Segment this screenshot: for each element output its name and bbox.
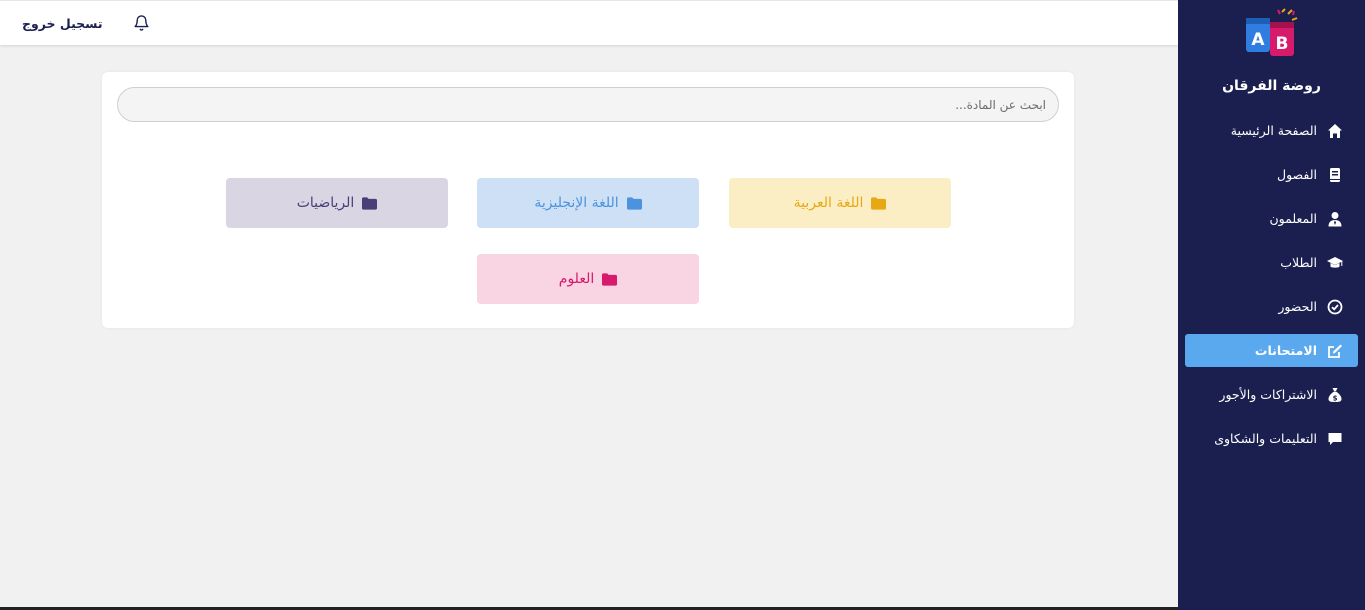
sidebar-item-label: التعليمات والشكاوى <box>1214 431 1317 446</box>
sidebar: A B روضة الفرقان الصفحة الرئيسية الفصول … <box>1178 0 1365 610</box>
top-bar: تسجيل خروج <box>0 0 1178 45</box>
sidebar-item-label: المعلمون <box>1269 211 1317 226</box>
bell-icon[interactable] <box>133 14 150 32</box>
comment-icon <box>1328 432 1342 445</box>
subject-label: اللغة الإنجليزية <box>534 195 619 211</box>
subject-label: الرياضيات <box>296 195 355 211</box>
app-logo[interactable]: A B <box>1242 8 1300 62</box>
graduation-cap-icon <box>1327 256 1343 268</box>
subject-search-input[interactable] <box>117 87 1059 122</box>
sidebar-item-label: الطلاب <box>1280 255 1317 270</box>
sidebar-item-label: الحضور <box>1278 299 1317 314</box>
brand-name: روضة الفرقان <box>1222 78 1321 94</box>
folder-icon <box>626 196 642 210</box>
folder-icon <box>871 196 887 210</box>
money-bag-icon: $ <box>1328 387 1342 402</box>
svg-text:$: $ <box>1333 394 1338 402</box>
subject-label: اللغة العربية <box>793 195 864 211</box>
check-circle-icon <box>1327 299 1343 314</box>
subject-science-button[interactable]: العلوم <box>477 254 699 304</box>
book-icon <box>1330 167 1340 182</box>
sidebar-item-classes[interactable]: الفصول <box>1185 158 1358 191</box>
edit-icon <box>1328 344 1342 358</box>
logout-button[interactable]: تسجيل خروج <box>22 16 103 31</box>
sidebar-nav: الصفحة الرئيسية الفصول المعلمون الطلاب ا… <box>1178 114 1365 466</box>
subject-label: العلوم <box>558 271 595 287</box>
sidebar-item-feedback[interactable]: التعليمات والشكاوى <box>1185 422 1358 455</box>
folder-icon <box>362 196 378 210</box>
sidebar-item-exams[interactable]: الامتحانات <box>1185 334 1358 367</box>
subject-math-button[interactable]: الرياضيات <box>226 178 448 228</box>
sidebar-item-subscriptions[interactable]: $ الاشتراكات والأجور <box>1185 378 1358 411</box>
sidebar-item-label: الصفحة الرئيسية <box>1230 123 1317 138</box>
sidebar-item-home[interactable]: الصفحة الرئيسية <box>1185 114 1358 147</box>
sidebar-item-teachers[interactable]: المعلمون <box>1185 202 1358 235</box>
teacher-icon <box>1328 211 1342 226</box>
sidebar-item-label: الاشتراكات والأجور <box>1219 387 1317 402</box>
subject-arabic-button[interactable]: اللغة العربية <box>729 178 951 228</box>
sidebar-item-label: الامتحانات <box>1254 343 1317 358</box>
sidebar-item-students[interactable]: الطلاب <box>1185 246 1358 279</box>
subject-english-button[interactable]: اللغة الإنجليزية <box>477 178 699 228</box>
folder-icon <box>602 272 618 286</box>
subjects-card: اللغة العربية اللغة الإنجليزية الرياضيات… <box>102 72 1074 328</box>
sidebar-item-label: الفصول <box>1277 167 1317 182</box>
sidebar-item-attendance[interactable]: الحضور <box>1185 290 1358 323</box>
logo-letter-a: A <box>1251 30 1265 50</box>
logo-letter-b: B <box>1276 34 1289 54</box>
home-icon <box>1328 123 1342 138</box>
